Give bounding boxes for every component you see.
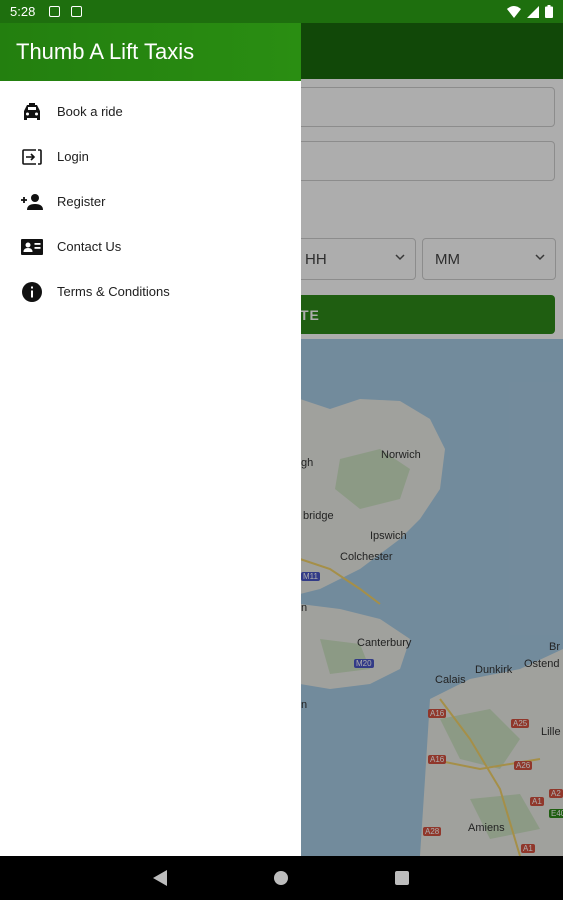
login-icon	[21, 146, 43, 168]
home-icon[interactable]	[271, 868, 291, 888]
menu-item-label: Login	[57, 149, 89, 164]
back-icon[interactable]	[150, 868, 170, 888]
menu-item-label: Book a ride	[57, 104, 123, 119]
wifi-icon	[507, 5, 521, 18]
battery-icon	[545, 5, 553, 18]
info-icon	[21, 281, 43, 303]
person-add-icon	[21, 191, 43, 213]
signal-icon	[527, 5, 539, 18]
notification-a-icon	[49, 6, 61, 17]
drawer-menu: Book a ride Login Register Contact Us Te…	[0, 89, 301, 314]
status-time: 5:28	[10, 4, 36, 19]
navigation-drawer: Thumb A Lift Taxis Book a ride Login Reg…	[0, 23, 301, 856]
status-bar: 5:28	[0, 0, 563, 23]
menu-item-contact-us[interactable]: Contact Us	[0, 224, 301, 269]
menu-item-login[interactable]: Login	[0, 134, 301, 179]
notification-5-icon	[71, 6, 83, 17]
menu-item-register[interactable]: Register	[0, 179, 301, 224]
drawer-title: Thumb A Lift Taxis	[16, 39, 195, 64]
menu-item-label: Register	[57, 194, 106, 209]
menu-item-label: Contact Us	[57, 239, 122, 254]
system-navigation-bar	[0, 856, 563, 900]
taxi-icon	[21, 101, 43, 123]
menu-item-label: Terms & Conditions	[57, 284, 170, 299]
menu-item-terms-conditions[interactable]: Terms & Conditions	[0, 269, 301, 314]
recent-apps-icon[interactable]	[392, 868, 412, 888]
drawer-header: Thumb A Lift Taxis	[0, 23, 301, 81]
contact-card-icon	[21, 236, 43, 258]
menu-item-book-a-ride[interactable]: Book a ride	[0, 89, 301, 134]
